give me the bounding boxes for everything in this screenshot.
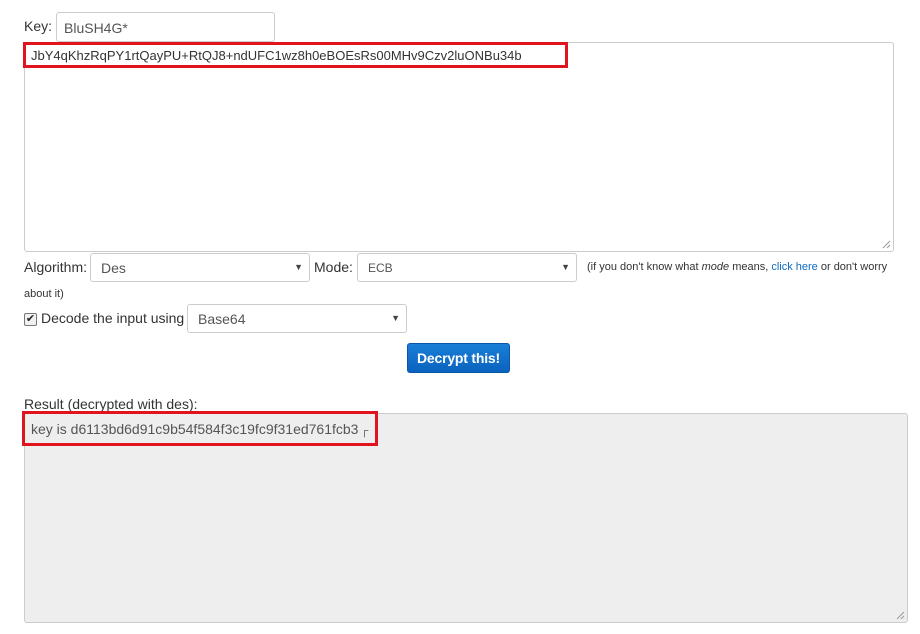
chevron-down-icon: ▼ <box>294 262 303 272</box>
key-input[interactable]: BluSH4G* <box>56 12 275 42</box>
algorithm-value: Des <box>101 260 126 276</box>
algorithm-label: Algorithm: <box>24 259 88 275</box>
decode-label: Decode the input using <box>41 310 185 326</box>
decode-encoding-value: Base64 <box>198 311 246 327</box>
mode-select[interactable]: ECB ▼ <box>357 253 577 282</box>
mode-value: ECB <box>368 261 393 275</box>
resize-grip-icon[interactable] <box>882 240 891 249</box>
chevron-down-icon: ▼ <box>391 313 400 323</box>
mode-help-text: (if you don't know what mode means, clic… <box>587 261 888 273</box>
ciphertext-textarea[interactable] <box>24 42 894 252</box>
decode-encoding-select[interactable]: Base64 ▼ <box>187 304 407 333</box>
algorithm-select[interactable]: Des ▼ <box>90 253 310 282</box>
resize-grip-icon[interactable] <box>896 611 905 620</box>
click-here-link[interactable]: click here <box>771 261 817 273</box>
key-input-value: BluSH4G* <box>64 20 128 36</box>
mode-help-text-line2: about it) <box>24 288 64 300</box>
mode-label: Mode: <box>314 259 353 275</box>
ciphertext-value: JbY4qKhzRqPY1rtQayPU+RtQJ8+ndUFC1wz8h0eB… <box>31 48 522 63</box>
result-label: Result (decrypted with des): <box>24 396 198 412</box>
decrypt-button[interactable]: Decrypt this! <box>407 343 510 373</box>
key-label: Key: <box>24 18 53 34</box>
decode-checkbox[interactable]: ✔ <box>24 313 37 326</box>
checkmark-icon: ✔ <box>25 313 36 325</box>
result-value: key is d6113bd6d91c9b54f584f3c19fc9f31ed… <box>31 421 369 437</box>
chevron-down-icon: ▼ <box>561 262 570 272</box>
